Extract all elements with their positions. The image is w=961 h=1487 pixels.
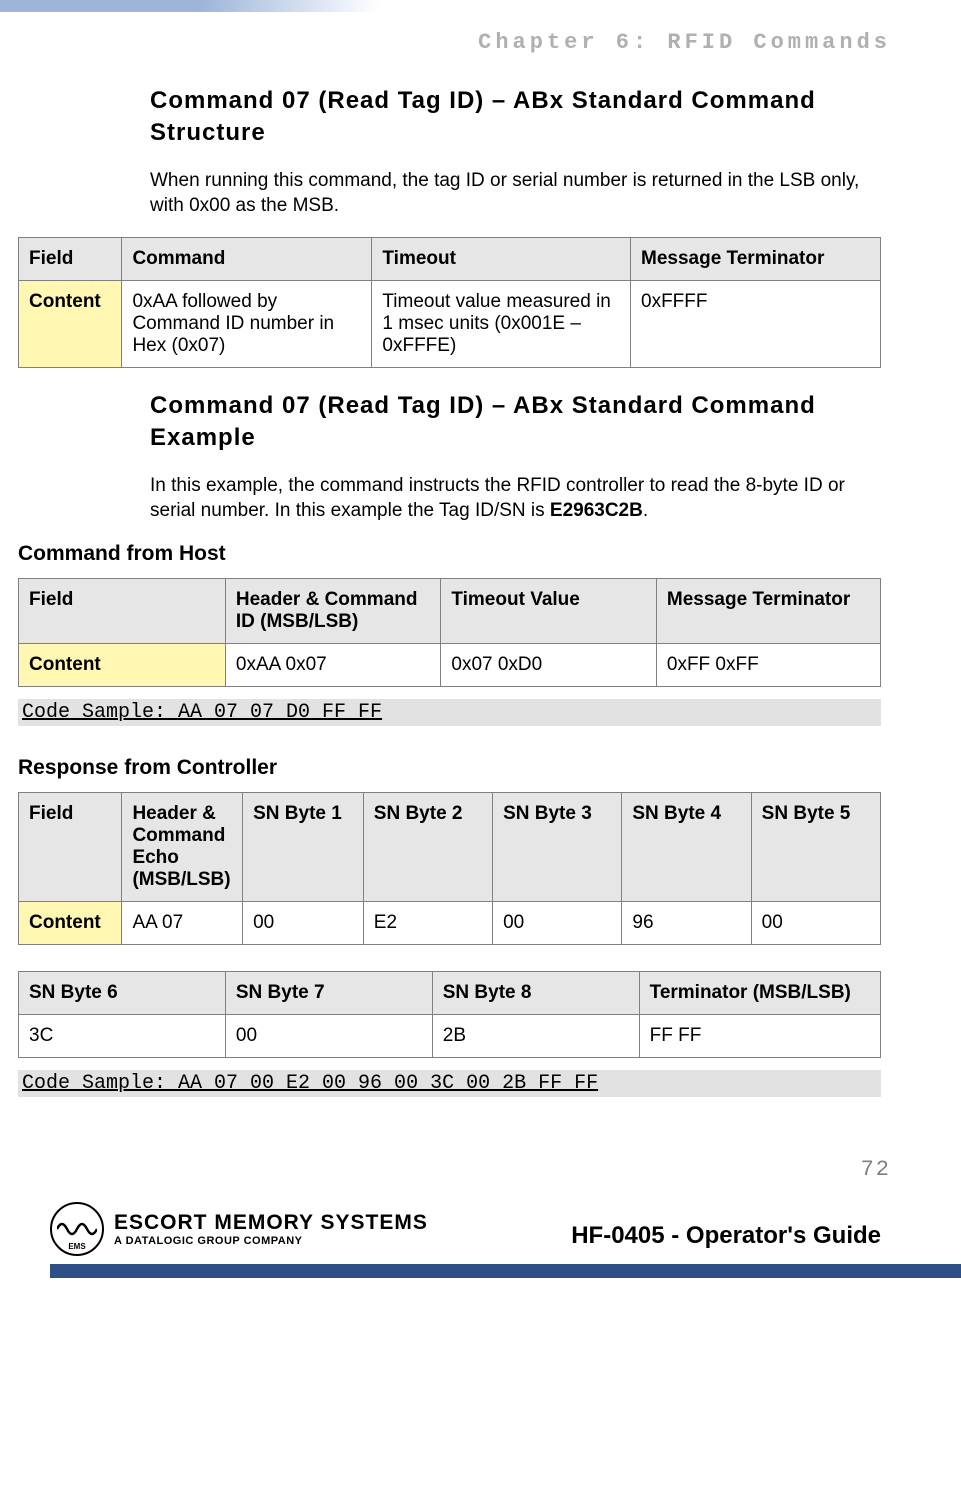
heading-command-from-host: Command from Host [18,542,881,566]
logo-block: EMS ESCORT MEMORY SYSTEMS A DATALOGIC GR… [50,1202,428,1256]
heading-response-from-controller: Response from Controller [18,756,881,780]
cell-terminator: 0xFFFF [631,281,881,368]
footer-doc-title: HF-0405 - Operator's Guide [571,1222,881,1256]
cell: 2B [432,1015,639,1058]
th: Field [19,793,122,902]
th-terminator: Message Terminator [631,238,881,281]
table-row: Content AA 07 00 E2 00 96 00 [19,902,881,945]
row-label: Content [19,281,122,368]
table-header-row: Field Command Timeout Message Terminator [19,238,881,281]
cell-command: 0xAA followed by Command ID number in He… [122,281,372,368]
cell: AA 07 [122,902,243,945]
cell: 0xAA 0x07 [225,644,441,687]
th: SN Byte 5 [751,793,880,902]
table-row: 3C 00 2B FF FF [19,1015,881,1058]
page-number: 72 [0,1127,901,1202]
code-sample-host: Code Sample: AA 07 07 D0 FF FF [18,699,881,726]
cell: 96 [622,902,751,945]
footer: EMS ESCORT MEMORY SYSTEMS A DATALOGIC GR… [0,1202,901,1264]
structure-table: Field Command Timeout Message Terminator… [18,237,881,368]
section-title-structure: Command 07 (Read Tag ID) – ABx Standard … [150,85,881,150]
th: SN Byte 1 [243,793,364,902]
cell: 0xFF 0xFF [656,644,880,687]
top-stripe [0,0,961,12]
th: Header & Command Echo (MSB/LSB) [122,793,243,902]
th: SN Byte 7 [225,972,432,1015]
cell-timeout: Timeout value measured in 1 msec units (… [372,281,631,368]
row-label: Content [19,902,122,945]
th: SN Byte 4 [622,793,751,902]
table-header-row: Field Header & Command ID (MSB/LSB) Time… [19,579,881,644]
logo-text: ESCORT MEMORY SYSTEMS A DATALOGIC GROUP … [114,1211,428,1247]
th: Message Terminator [656,579,880,644]
cell: 00 [751,902,880,945]
logo-line2: A DATALOGIC GROUP COMPANY [114,1235,428,1247]
table-row: Content 0xAA followed by Command ID numb… [19,281,881,368]
cell: 3C [19,1015,226,1058]
section-paragraph-structure: When running this command, the tag ID or… [150,168,881,219]
ems-logo-icon: EMS [50,1202,104,1256]
th-command: Command [122,238,372,281]
th: Timeout Value [441,579,657,644]
th: SN Byte 3 [493,793,622,902]
cell: E2 [363,902,492,945]
section-title-example: Command 07 (Read Tag ID) – ABx Standard … [150,390,881,455]
th: SN Byte 8 [432,972,639,1015]
row-label: Content [19,644,226,687]
cell: 00 [225,1015,432,1058]
table-header-row: SN Byte 6 SN Byte 7 SN Byte 8 Terminator… [19,972,881,1015]
response-table-2: SN Byte 6 SN Byte 7 SN Byte 8 Terminator… [18,971,881,1058]
cell: FF FF [639,1015,880,1058]
th-timeout: Timeout [372,238,631,281]
th: Header & Command ID (MSB/LSB) [225,579,441,644]
response-table-1: Field Header & Command Echo (MSB/LSB) SN… [18,792,881,945]
cell: 00 [493,902,622,945]
cell: 0x07 0xD0 [441,644,657,687]
table-row: Content 0xAA 0x07 0x07 0xD0 0xFF 0xFF [19,644,881,687]
code-sample-response: Code Sample: AA 07 00 E2 00 96 00 3C 00 … [18,1070,881,1097]
section-paragraph-example: In this example, the command instructs t… [150,473,881,524]
bottom-stripe [50,1264,961,1278]
th-field: Field [19,238,122,281]
th: Terminator (MSB/LSB) [639,972,880,1015]
cell: 00 [243,902,364,945]
table-header-row: Field Header & Command Echo (MSB/LSB) SN… [19,793,881,902]
th: SN Byte 2 [363,793,492,902]
th: Field [19,579,226,644]
host-table: Field Header & Command ID (MSB/LSB) Time… [18,578,881,687]
th: SN Byte 6 [19,972,226,1015]
chapter-header: Chapter 6: RFID Commands [0,12,901,85]
logo-line1: ESCORT MEMORY SYSTEMS [114,1211,428,1235]
